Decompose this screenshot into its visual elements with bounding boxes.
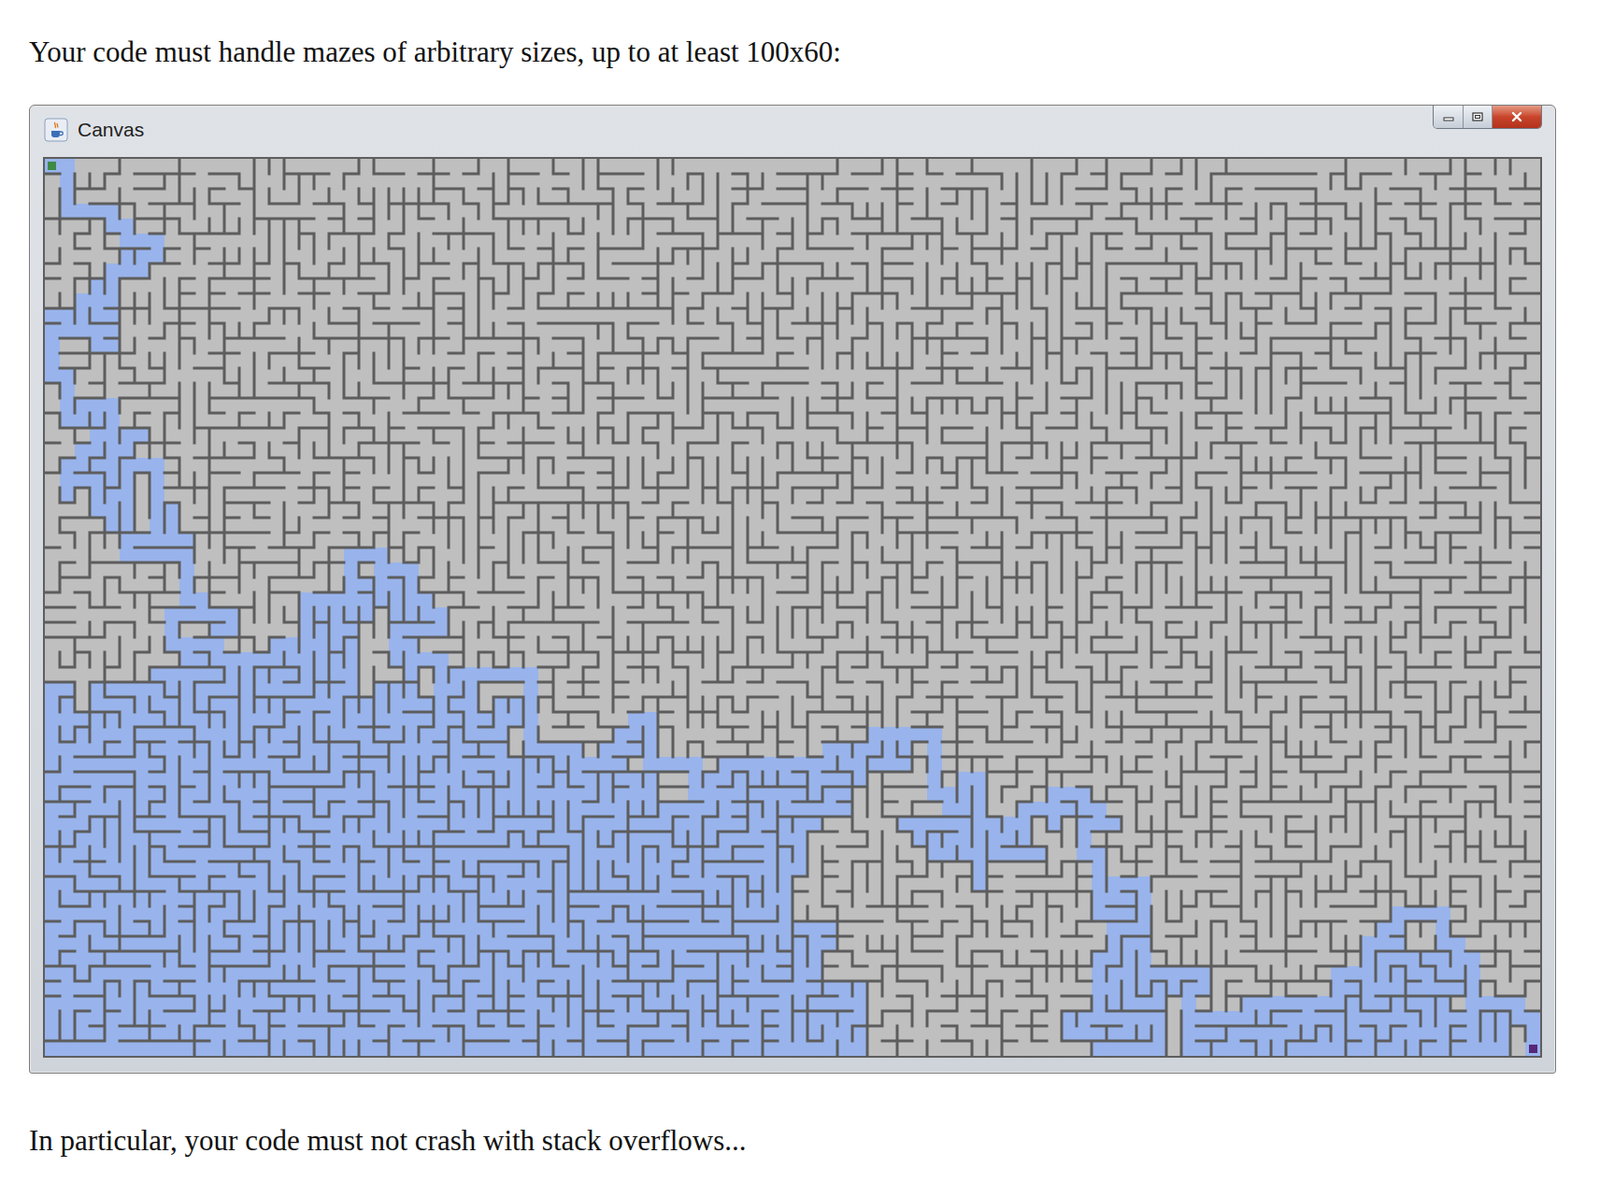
window-title: Canvas	[77, 114, 144, 145]
minimize-icon	[1442, 112, 1455, 122]
close-icon	[1510, 111, 1524, 123]
outro-text: In particular, your code must not crash …	[28, 1122, 1600, 1160]
maximize-button[interactable]	[1463, 105, 1493, 129]
window-controls	[1432, 105, 1543, 129]
maximize-icon	[1471, 111, 1485, 123]
java-icon	[43, 117, 69, 143]
maze-panel	[42, 157, 1543, 1058]
title-bar: Canvas	[29, 105, 1556, 158]
explored-cells	[44, 158, 1541, 1057]
maze	[44, 158, 1541, 1057]
intro-text: Your code must handle mazes of arbitrary…	[28, 33, 1600, 72]
minimize-button[interactable]	[1433, 105, 1464, 129]
maze-walls	[44, 158, 1541, 1057]
close-button[interactable]	[1492, 105, 1542, 129]
start-marker	[47, 161, 57, 171]
page: Your code must handle mazes of arbitrary…	[0, 0, 1600, 1196]
end-marker	[1528, 1044, 1538, 1054]
canvas-window: Canvas	[28, 104, 1557, 1074]
window-body	[29, 157, 1556, 1073]
